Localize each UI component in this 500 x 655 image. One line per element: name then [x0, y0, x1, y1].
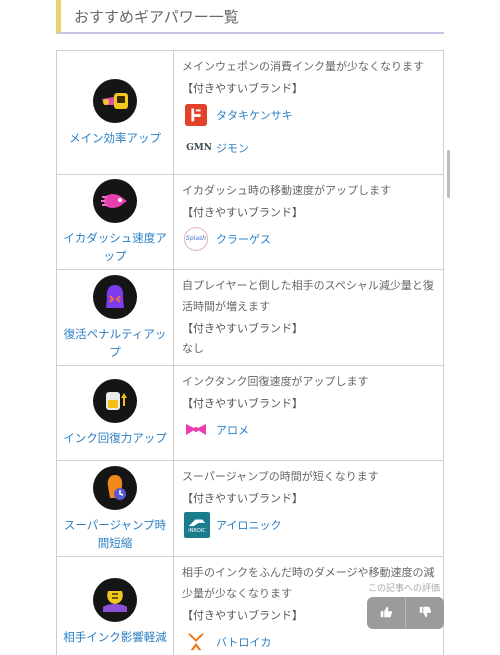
- tentatek-logo: [184, 103, 208, 127]
- brand-heading: 【付きやすいブランド】: [182, 206, 303, 219]
- brand-heading: 【付きやすいブランド】: [182, 322, 303, 335]
- article-rating-bar: [367, 597, 444, 629]
- gear-name-link[interactable]: インク回復力アップ: [61, 429, 169, 447]
- brand-heading: 【付きやすいブランド】: [182, 397, 303, 410]
- gear-name-link[interactable]: メイン効率アップ: [61, 129, 169, 147]
- brand-name-link[interactable]: アロメ: [216, 422, 249, 438]
- gear-name-cell: イカダッシュ速度アップ: [56, 174, 174, 270]
- gear-description: メインウェポンの消費インク量が少なくなります: [182, 60, 424, 73]
- table-row: メイン効率アップ メインウェポンの消費インク量が少なくなります 【付きやすいブラ…: [56, 50, 444, 175]
- brand-item[interactable]: アロメ: [182, 413, 435, 446]
- brand-item[interactable]: Splash クラーゲス: [182, 222, 435, 255]
- thumbs-down-icon: [418, 604, 432, 623]
- thumbs-up-icon: [379, 604, 393, 623]
- gear-description-cell: メインウェポンの消費インク量が少なくなります 【付きやすいブランド】 タタキケン…: [173, 50, 444, 175]
- inkline-logo: iNROIC: [184, 511, 210, 538]
- brand-name-link[interactable]: バトロイカ: [216, 634, 271, 650]
- main-ink-saver-icon: [93, 78, 137, 123]
- gear-name-cell: 相手インク影響軽減: [56, 556, 174, 655]
- brand-name-link[interactable]: タタキケンサキ: [216, 107, 293, 123]
- gear-name-cell: スーパージャンプ時間短縮: [56, 460, 174, 557]
- rating-label: この記事への評価: [368, 584, 441, 594]
- brand-item[interactable]: タタキケンサキ: [182, 98, 435, 131]
- table-row: 復活ペナルティアップ 自プレイヤーと倒した相手のスペシャル減少量と復活時間が増え…: [56, 269, 444, 366]
- krak-on-logo: Splash: [184, 226, 208, 251]
- brand-item[interactable]: iNROIC アイロニック: [182, 508, 435, 541]
- gear-description-cell: インクタンク回復速度がアップします 【付きやすいブランド】 アロメ: [173, 365, 444, 461]
- gear-name-link[interactable]: 復活ペナルティアップ: [61, 325, 169, 361]
- gear-name-link[interactable]: イカダッシュ速度アップ: [61, 229, 169, 265]
- gear-name-cell: 復活ペナルティアップ: [56, 269, 174, 366]
- dislike-button[interactable]: [405, 597, 444, 629]
- section-heading: おすすめギアパワー一覧: [56, 0, 444, 34]
- table-row: スーパージャンプ時間短縮 スーパージャンプの時間が短くなります 【付きやすいブラ…: [56, 460, 444, 557]
- gear-description: インクタンク回復速度がアップします: [182, 375, 369, 388]
- gear-name-cell: メイン効率アップ: [56, 50, 174, 175]
- gear-description-cell: 自プレイヤーと倒した相手のスペシャル減少量と復活時間が増えます 【付きやすいブラ…: [173, 269, 444, 366]
- gear-description: イカダッシュ時の移動速度がアップします: [182, 184, 391, 197]
- brand-item[interactable]: GMN ジモン: [182, 131, 435, 164]
- brand-name-link[interactable]: クラーゲス: [216, 231, 271, 247]
- quick-super-jump-icon: [93, 465, 137, 510]
- no-brand-text: なし: [182, 342, 204, 355]
- brand-name-link[interactable]: アイロニック: [216, 517, 281, 533]
- gear-description: スーパージャンプの時間が短くなります: [182, 470, 379, 483]
- swim-speed-up-icon: [93, 179, 137, 223]
- gear-name-link[interactable]: 相手インク影響軽減: [61, 628, 169, 646]
- table-row: インク回復力アップ インクタンク回復速度がアップします 【付きやすいブランド】 …: [56, 365, 444, 461]
- gear-name-link[interactable]: スーパージャンプ時間短縮: [61, 516, 169, 552]
- heading-text: おすすめギアパワー一覧: [74, 7, 239, 26]
- zink-logo: GMN: [184, 136, 214, 160]
- gear-description-cell: イカダッシュ時の移動速度がアップします 【付きやすいブランド】 Splash ク…: [173, 174, 444, 270]
- brand-heading: 【付きやすいブランド】: [182, 492, 303, 505]
- inkline-logo-text: iNROIC: [188, 527, 206, 534]
- table-row: イカダッシュ速度アップ イカダッシュ時の移動速度がアップします 【付きやすいブラ…: [56, 174, 444, 270]
- brand-heading: 【付きやすいブランド】: [182, 82, 303, 95]
- forge-logo: [184, 630, 208, 654]
- gear-description: 自プレイヤーと倒した相手のスペシャル減少量と復活時間が増えます: [182, 279, 434, 313]
- like-button[interactable]: [367, 597, 405, 629]
- rockenberg-bow-logo: [184, 418, 208, 442]
- gear-description-cell: スーパージャンプの時間が短くなります 【付きやすいブランド】 iNROIC アイ…: [173, 460, 444, 557]
- krak-on-logo-text: Splash: [186, 235, 206, 242]
- ink-resistance-up-icon: [93, 577, 137, 622]
- ink-recovery-up-icon: [93, 379, 137, 423]
- zink-logo-text: GMN: [186, 142, 212, 153]
- brand-name-link[interactable]: ジモン: [216, 140, 249, 156]
- brand-item[interactable]: バトロイカ: [182, 625, 435, 655]
- scrollbar-thumb[interactable]: [447, 150, 450, 198]
- gear-name-cell: インク回復力アップ: [56, 365, 174, 461]
- respawn-punisher-icon: [93, 274, 137, 319]
- gear-power-table: メイン効率アップ メインウェポンの消費インク量が少なくなります 【付きやすいブラ…: [56, 50, 444, 655]
